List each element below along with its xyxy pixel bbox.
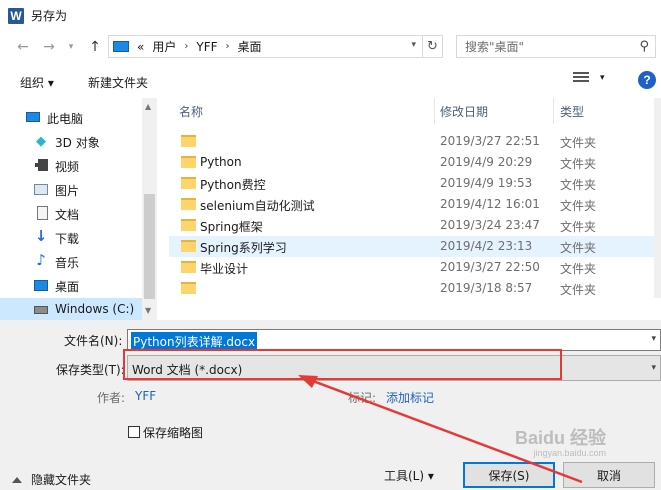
baidu-watermark-logo: Baidu 经验 jingyan.baidu.com xyxy=(515,428,607,458)
annotation-arrow xyxy=(298,375,583,484)
